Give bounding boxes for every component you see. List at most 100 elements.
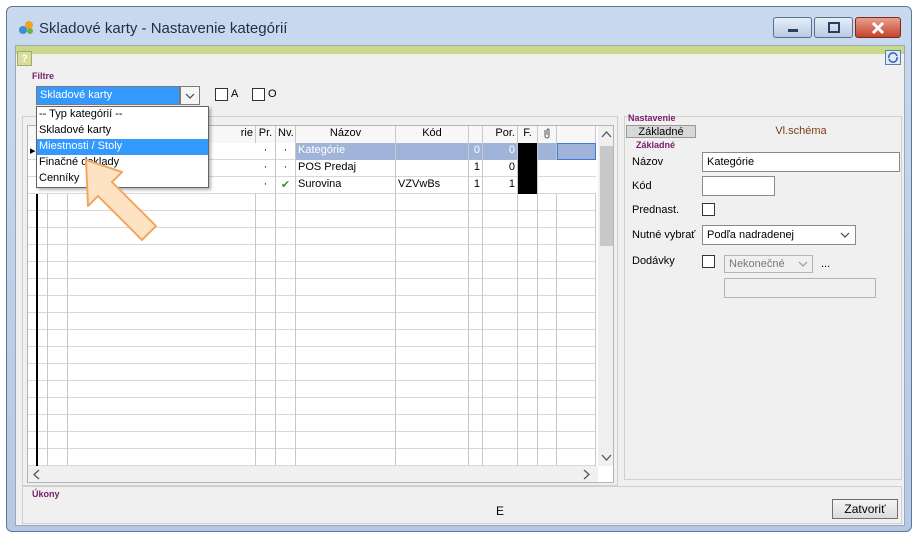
empty-cell [469, 211, 483, 228]
empty-cell [518, 262, 538, 279]
empty-cell [68, 245, 256, 262]
empty-cell [296, 364, 396, 381]
empty-cell [483, 449, 518, 466]
actions-label: Úkony [32, 489, 60, 499]
empty-cell [557, 296, 596, 313]
empty-cell [483, 211, 518, 228]
cell-color[interactable] [518, 143, 538, 160]
cell-name[interactable]: Surovina [296, 177, 396, 194]
header-nv[interactable]: Nv. [276, 126, 296, 143]
empty-cell [38, 330, 48, 347]
empty-cell [68, 449, 256, 466]
tab-vlschema[interactable]: Vl.schéma [761, 125, 841, 138]
combo-dropdown-button[interactable] [180, 86, 200, 105]
close-button[interactable]: Zatvoriť [832, 499, 898, 519]
close-window-button[interactable] [855, 17, 901, 38]
cell-color[interactable] [518, 160, 538, 177]
empty-cell [256, 449, 276, 466]
empty-cell [296, 279, 396, 296]
empty-cell [28, 330, 38, 347]
cell-por[interactable]: 1 [483, 177, 518, 194]
category-type-combo[interactable]: Skladové karty [36, 86, 180, 105]
empty-cell [68, 347, 256, 364]
empty-cell [296, 449, 396, 466]
vertical-scroll-thumb[interactable] [600, 146, 613, 246]
prednast-checkbox[interactable] [702, 203, 715, 216]
empty-cell [38, 381, 48, 398]
empty-cell [483, 398, 518, 415]
empty-cell [396, 296, 469, 313]
cell-nv[interactable]: · [276, 160, 296, 177]
header-pr[interactable]: Pr. [256, 126, 276, 143]
cell-kod[interactable] [396, 143, 469, 160]
dodavky-more-button[interactable]: ... [821, 258, 830, 270]
cell-n1[interactable]: 1 [469, 160, 483, 177]
empty-cell [68, 364, 256, 381]
empty-cell [557, 415, 596, 432]
cell-attachment[interactable] [538, 143, 557, 160]
cell-n1[interactable]: 0 [469, 143, 483, 160]
cell-pr[interactable]: · [256, 143, 276, 160]
empty-cell [296, 211, 396, 228]
cell-nv[interactable]: · [276, 143, 296, 160]
prednast-label: Prednast. [632, 204, 680, 216]
cell-name[interactable]: POS Predaj [296, 160, 396, 177]
dodavky-select: Nekonečné [724, 255, 813, 273]
empty-cell [48, 228, 68, 245]
maximize-button[interactable] [814, 17, 853, 38]
cell-pr[interactable]: · [256, 177, 276, 194]
cell-kod[interactable] [396, 160, 469, 177]
nutne-vybrat-select[interactable]: Podľa nadradenej [702, 225, 856, 245]
help-button[interactable]: ? [17, 51, 32, 66]
empty-cell [557, 381, 596, 398]
empty-cell [48, 211, 68, 228]
empty-cell [518, 398, 538, 415]
dodavky-checkbox[interactable] [702, 255, 715, 268]
empty-row [28, 432, 596, 449]
empty-cell [469, 245, 483, 262]
refresh-button[interactable] [885, 50, 901, 65]
horizontal-scrollbar[interactable] [28, 466, 598, 482]
empty-cell [38, 398, 48, 415]
dropdown-option[interactable]: Skladové karty [37, 123, 208, 139]
settings-label: Nastavenie [628, 113, 676, 123]
tab-zakladne[interactable]: Základné [626, 125, 696, 138]
empty-cell [483, 432, 518, 449]
minimize-button[interactable] [773, 17, 812, 38]
filter-a-checkbox[interactable] [215, 88, 228, 101]
header-kod[interactable]: Kód [396, 126, 469, 143]
empty-cell [538, 228, 557, 245]
vertical-scrollbar[interactable] [598, 126, 613, 466]
header-nazov[interactable]: Názov [296, 126, 396, 143]
cell-blank[interactable] [557, 143, 596, 160]
header-por[interactable]: Por. [483, 126, 518, 143]
empty-cell [276, 330, 296, 347]
dropdown-option[interactable]: -- Typ kategórií -- [37, 107, 208, 123]
dropdown-option-selected[interactable]: Miestnosti / Stoly [37, 139, 208, 155]
cell-pr[interactable]: · [256, 160, 276, 177]
empty-cell [296, 330, 396, 347]
cell-color[interactable] [518, 177, 538, 194]
nazov-field[interactable]: Kategórie [702, 152, 900, 172]
empty-cell [28, 262, 38, 279]
section-zakladne: Základné [636, 140, 676, 150]
cell-kod[interactable]: VZVwBs [396, 177, 469, 194]
filter-o-checkbox[interactable] [252, 88, 265, 101]
header-f[interactable]: F. [518, 126, 538, 143]
kod-field[interactable] [702, 176, 775, 196]
empty-cell [28, 245, 38, 262]
cell-por[interactable]: 0 [483, 160, 518, 177]
cell-name[interactable]: Kategórie [296, 143, 396, 160]
empty-cell [48, 296, 68, 313]
empty-cell [296, 262, 396, 279]
header-attachment[interactable] [538, 126, 557, 143]
cell-por[interactable]: 0 [483, 143, 518, 160]
empty-cell [538, 347, 557, 364]
empty-cell [396, 330, 469, 347]
empty-cell [518, 194, 538, 211]
empty-cell [396, 449, 469, 466]
cell-n1[interactable]: 1 [469, 177, 483, 194]
cell-nv-check[interactable]: ✔ [276, 177, 296, 194]
empty-cell [256, 245, 276, 262]
empty-cell [538, 398, 557, 415]
